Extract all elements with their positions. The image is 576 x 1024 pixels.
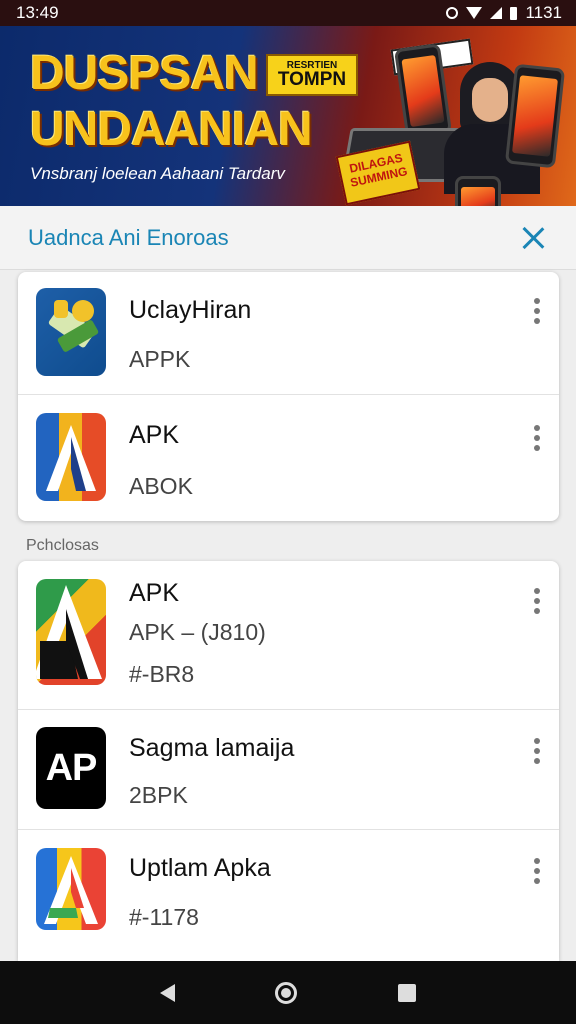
list-item[interactable]: UclayHiran APPK bbox=[18, 272, 559, 395]
home-icon[interactable] bbox=[275, 981, 298, 1004]
banner-subtitle: Vnsbranj loelean Aahaani Tardarv bbox=[30, 164, 285, 183]
more-options-icon[interactable] bbox=[533, 738, 541, 766]
app-subtitle: APPK bbox=[129, 346, 191, 372]
ap-logo-icon: AP bbox=[36, 727, 106, 809]
section-label: Pchclosas bbox=[26, 537, 99, 554]
banner-title-line1: DUSPSAN bbox=[30, 47, 259, 100]
status-bar: 13:49 1131 bbox=[0, 0, 576, 26]
more-options-icon[interactable] bbox=[533, 588, 541, 616]
banner-tag-main: TOMPN bbox=[277, 69, 347, 90]
banner-phone-image bbox=[455, 176, 501, 206]
list-item[interactable]: AP Sagma lamaija 2BPK bbox=[18, 710, 559, 830]
app-title: UclayHiran bbox=[129, 296, 252, 324]
status-right-time: 1131 bbox=[525, 3, 562, 22]
navigation-bar bbox=[0, 961, 576, 1024]
app-subtitle: 2BPK bbox=[129, 782, 188, 808]
app-subtitle: ABOK bbox=[129, 473, 193, 499]
app-title: Uptlam Apka bbox=[129, 854, 271, 882]
app-subtitle: APK – (J810) bbox=[129, 619, 266, 645]
more-options-icon[interactable] bbox=[533, 298, 541, 326]
blue-ribbon-icon bbox=[36, 288, 106, 376]
list-item[interactable]: APK ABOK bbox=[18, 395, 559, 521]
list-header: Uadnca Ani Enoroas bbox=[0, 206, 576, 270]
app-title: APK bbox=[129, 579, 180, 607]
app-extra: #-BR8 bbox=[129, 661, 195, 687]
banner-tag: RESRTIEN TOMPN bbox=[266, 54, 358, 96]
banner-title-line2: UNDAANIAN bbox=[30, 103, 313, 156]
signal-icon bbox=[490, 7, 503, 19]
other-apps-card: APK APK – (J810) #-BR8 AP Sagma lamaija … bbox=[18, 561, 559, 961]
banner-phone-image bbox=[504, 63, 566, 169]
header-title: Uadnca Ani Enoroas bbox=[28, 224, 229, 250]
status-time: 13:49 bbox=[16, 3, 59, 22]
list-item[interactable]: Uptlam Apka #-1178 bbox=[18, 830, 559, 961]
list-item[interactable]: APK APK – (J810) #-BR8 bbox=[18, 561, 559, 710]
alarm-icon bbox=[446, 7, 459, 19]
app-subtitle: #-1178 bbox=[129, 904, 199, 930]
status-icons: 1131 bbox=[446, 3, 562, 23]
more-options-icon[interactable] bbox=[533, 425, 541, 453]
back-icon[interactable] bbox=[160, 983, 176, 1002]
battery-icon bbox=[510, 6, 518, 20]
google-a-icon bbox=[36, 848, 106, 930]
close-icon[interactable] bbox=[520, 225, 546, 251]
app-title: Sagma lamaija bbox=[129, 734, 295, 762]
recent-apps-icon[interactable] bbox=[397, 983, 416, 1002]
multicolor-a-icon bbox=[36, 579, 106, 685]
app-title: APK bbox=[129, 421, 180, 449]
top-apps-card: UclayHiran APPK APK ABOK bbox=[18, 272, 559, 521]
promo-banner[interactable]: DUSPSAN UNDAANIAN RESRTIEN TOMPN Vnsbran… bbox=[0, 26, 576, 206]
wifi-icon bbox=[466, 7, 483, 19]
more-options-icon[interactable] bbox=[533, 858, 541, 886]
a-letter-icon bbox=[36, 413, 106, 501]
